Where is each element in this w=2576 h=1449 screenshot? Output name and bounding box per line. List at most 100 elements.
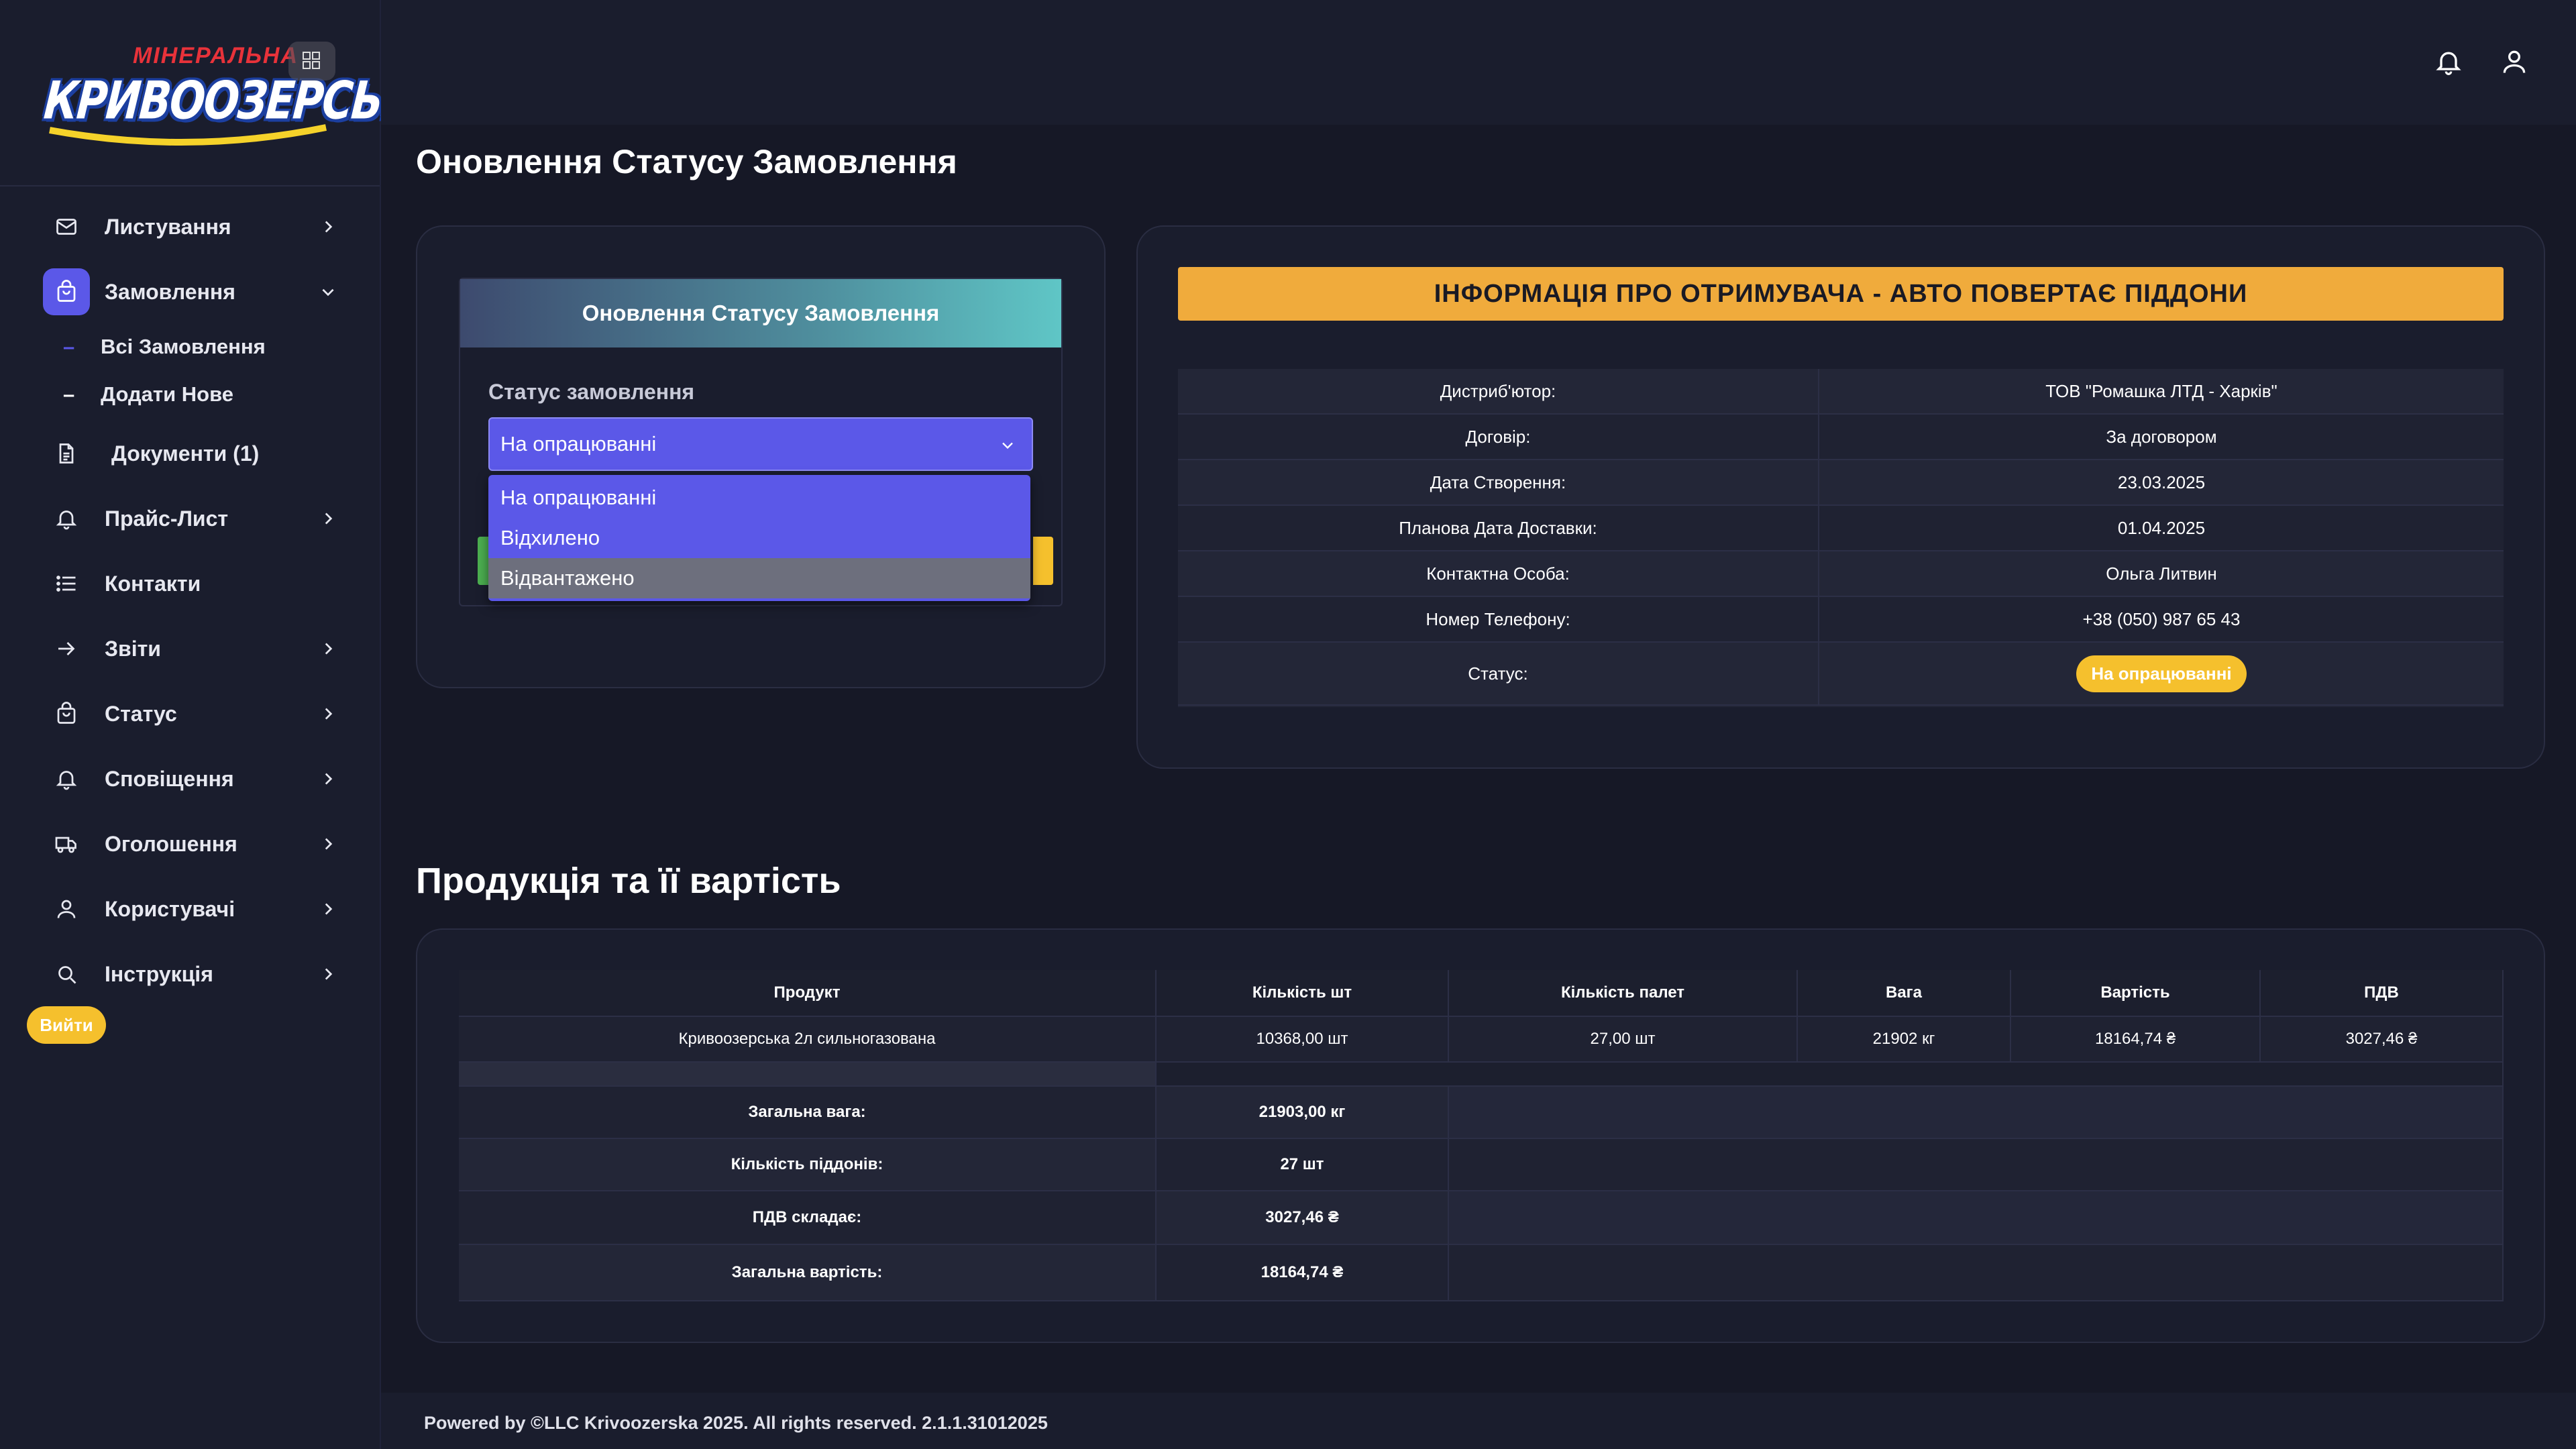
table-cell: Кривоозерська 2л сильногазована <box>459 1017 1157 1063</box>
table-cell: 3027,46 ₴ <box>2261 1017 2504 1063</box>
truck-icon <box>43 820 90 867</box>
status-select[interactable]: На опрацюванні <box>488 417 1033 471</box>
dropdown-option[interactable]: Відвантажено <box>488 558 1030 598</box>
dropdown-option[interactable]: На опрацюванні <box>488 478 1030 518</box>
recipient-key: Договір: <box>1178 415 1819 459</box>
document-icon <box>43 430 90 477</box>
recipient-row: Статус: На опрацюванні <box>1178 643 2504 706</box>
status-select-value: На опрацюванні <box>500 432 657 455</box>
recipient-key: Статус: <box>1178 643 1819 704</box>
chevron-right-icon <box>318 508 338 529</box>
summary-value: 3027,46 ₴ <box>1157 1191 1449 1245</box>
table-cell: 21902 кг <box>1798 1017 2011 1063</box>
logo-grid-icon[interactable] <box>288 42 335 80</box>
sidebar-item-correspondence[interactable]: Листування <box>43 201 338 252</box>
sidebar-item-label: Документи (1) <box>111 441 260 466</box>
sidebar-item-documents[interactable]: Документи (1) <box>43 428 338 479</box>
column-header: Вага <box>1798 970 2011 1017</box>
empty-cell <box>1449 1139 2504 1191</box>
sidebar-subitem-label: Додати Нове <box>101 382 233 406</box>
topbar <box>381 0 2576 125</box>
chevron-down-icon <box>1002 442 1013 449</box>
summary-key: Кількість піддонів: <box>459 1139 1157 1191</box>
column-header: Кількість шт <box>1157 970 1449 1017</box>
table-header-row: Продукт Кількість шт Кількість палет Ваг… <box>459 970 2504 1017</box>
column-header: Продукт <box>459 970 1157 1017</box>
recipient-banner: ІНФОРМАЦІЯ ПРО ОТРИМУВАЧА - АВТО ПОВЕРТА… <box>1178 267 2504 321</box>
sidebar-item-label: Звіти <box>105 636 161 661</box>
sidebar-item-price-list[interactable]: Прайс-Лист <box>43 493 338 544</box>
sidebar-item-users[interactable]: Користувачі <box>43 883 338 934</box>
sidebar-item-instructions[interactable]: Інструкція <box>43 949 338 1000</box>
table-cell: 10368,00 шт <box>1157 1017 1449 1063</box>
table-spacer-row <box>459 1063 2504 1087</box>
sub-dash: – <box>63 335 75 358</box>
user-icon[interactable] <box>2500 47 2529 76</box>
column-header: Вартість <box>2011 970 2261 1017</box>
sidebar-item-announcements[interactable]: Оголошення <box>43 818 338 869</box>
recipient-value: 01.04.2025 <box>2117 517 2206 538</box>
sidebar-item-label: Сповіщення <box>105 766 234 791</box>
recipient-key: Контактна Особа: <box>1178 551 1819 596</box>
back-button[interactable] <box>1033 537 1053 585</box>
sidebar-item-reports[interactable]: Звіти <box>43 623 338 674</box>
sidebar: КРИВООЗЕРСЬКА МІНЕРАЛЬНА Листування Замо… <box>0 0 448 1449</box>
sidebar-item-label: Листування <box>105 214 231 239</box>
chevron-right-icon <box>318 964 338 984</box>
recipient-value: Ольга Литвин <box>2106 563 2217 584</box>
sidebar-item-orders[interactable]: Замовлення <box>43 266 338 317</box>
bell-icon <box>43 755 90 802</box>
summary-value: 21903,00 кг <box>1157 1087 1449 1139</box>
empty-cell <box>1449 1191 2504 1245</box>
recipient-key: Дистриб'ютор: <box>1178 369 1819 413</box>
column-header: ПДВ <box>2261 970 2504 1017</box>
sidebar-item-status[interactable]: Статус <box>43 688 338 739</box>
chevron-right-icon <box>318 704 338 724</box>
summary-value: 18164,74 ₴ <box>1157 1245 1449 1301</box>
logout-button[interactable]: Вийти <box>27 1006 106 1044</box>
status-badge: На опрацюванні <box>2076 655 2247 692</box>
logo-top-text: МІНЕРАЛЬНА <box>133 43 299 68</box>
sidebar-item-label: Замовлення <box>105 279 235 304</box>
summary-row: Кількість піддонів: 27 шт <box>459 1139 2504 1191</box>
table-cell: 18164,74 ₴ <box>2011 1017 2261 1063</box>
summary-row: ПДВ складає: 3027,46 ₴ <box>459 1191 2504 1245</box>
page-title: Оновлення Статусу Замовлення <box>416 143 957 180</box>
recipient-row: Контактна Особа: Ольга Литвин <box>1178 551 2504 597</box>
chevron-down-icon <box>318 282 338 302</box>
chevron-right-icon <box>318 769 338 789</box>
status-field-label: Статус замовлення <box>488 380 695 404</box>
summary-row: Загальна вартість: 18164,74 ₴ <box>459 1245 2504 1301</box>
bell-icon[interactable] <box>2434 47 2463 76</box>
arrow-right-icon <box>43 625 90 672</box>
table-row: Кривоозерська 2л сильногазована 10368,00… <box>459 1017 2504 1063</box>
spacer-cell <box>459 1063 1157 1087</box>
sidebar-subitem-all-orders[interactable]: – Всі Замовлення <box>63 330 266 364</box>
recipient-value: +38 (050) 987 65 43 <box>2082 608 2241 629</box>
dropdown-option[interactable]: Відхилено <box>488 518 1030 558</box>
sidebar-subitem-add-new[interactable]: – Додати Нове <box>63 378 233 411</box>
recipient-row: Номер Телефону: +38 (050) 987 65 43 <box>1178 597 2504 643</box>
recipient-key: Дата Створення: <box>1178 460 1819 504</box>
sidebar-item-contacts[interactable]: Контакти <box>43 558 338 609</box>
summary-row: Загальна вага: 21903,00 кг <box>459 1087 2504 1139</box>
sidebar-item-label: Оголошення <box>105 831 237 856</box>
mail-icon <box>43 203 90 250</box>
sidebar-item-label: Прайс-Лист <box>105 506 229 531</box>
products-table: Продукт Кількість шт Кількість палет Ваг… <box>459 970 2504 1301</box>
recipient-row: Договір: За договором <box>1178 415 2504 460</box>
sidebar-item-notifications[interactable]: Сповіщення <box>43 753 338 804</box>
summary-key: Загальна вага: <box>459 1087 1157 1139</box>
recipient-value: ТОВ "Ромашка ЛТД - Харків" <box>2045 380 2277 401</box>
list-icon <box>43 560 90 607</box>
footer: Powered by ©LLC Krivoozerska 2025. All r… <box>381 1393 2576 1449</box>
recipient-row: Дистриб'ютор: ТОВ "Ромашка ЛТД - Харків" <box>1178 369 2504 415</box>
chevron-right-icon <box>318 639 338 659</box>
recipient-row: Планова Дата Доставки: 01.04.2025 <box>1178 506 2504 551</box>
search-icon <box>43 951 90 998</box>
recipient-key: Номер Телефону: <box>1178 597 1819 641</box>
sidebar-subitem-label: Всі Замовлення <box>101 335 266 358</box>
status-dropdown-list: На опрацюванні Відхилено Відвантажено <box>488 475 1030 601</box>
bell-icon <box>43 495 90 542</box>
recipient-value: На опрацюванні <box>1819 643 2504 704</box>
